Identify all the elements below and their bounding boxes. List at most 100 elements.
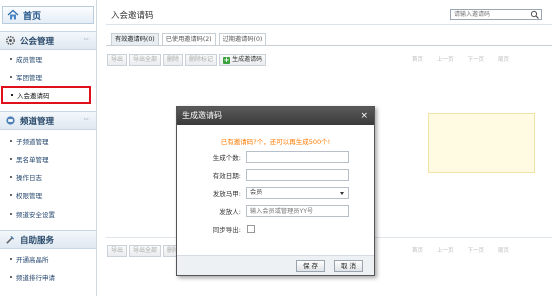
form-row-issuer: 发放人:: [177, 205, 374, 217]
sidebar-item-legions[interactable]: 军团管理: [0, 70, 96, 84]
toolbar-top: 导出 导出全部 删除 删除标记 + 生成邀请码: [107, 54, 268, 66]
sidebar-item-label: 黑名单管理: [16, 156, 49, 164]
delete-marked-button[interactable]: 删除标记: [185, 54, 218, 66]
generate-code-dialog: 生成邀请码 × 已有邀请码?个，还可以再生成500个! 生成个数: 有效日期: …: [176, 106, 375, 276]
plus-icon: +: [223, 55, 231, 64]
generate-code-button[interactable]: + 生成邀请码: [219, 54, 267, 66]
collapse-icon[interactable]: ···: [83, 115, 89, 124]
bullet-icon: [10, 58, 12, 60]
channel-icon: [6, 116, 15, 125]
count-label: 生成个数:: [212, 154, 241, 162]
tools-icon: [6, 235, 15, 244]
sidebar-section-title: 公会管理: [20, 36, 55, 47]
pager-first[interactable]: 首页: [412, 54, 423, 66]
sidebar-item-label: 开通高晶所: [16, 256, 49, 264]
sidebar-item-permissions[interactable]: 权限管理: [0, 188, 96, 202]
sidebar-section-title: 自助服务: [20, 235, 55, 246]
pager-bottom: 首页 上一页 下一页 尾页: [398, 245, 509, 257]
tab-used-codes[interactable]: 已使用邀请码(2): [161, 33, 216, 45]
close-icon[interactable]: ×: [360, 107, 368, 125]
divider: [106, 45, 552, 46]
form-row-expiry: 有效日期:: [177, 169, 374, 181]
collapse-icon[interactable]: ···: [83, 35, 89, 44]
sidebar-home-label: 首页: [23, 11, 42, 22]
bullet-icon: [11, 94, 13, 96]
chevron-down-icon: [340, 192, 344, 195]
bullet-icon: [10, 258, 12, 260]
sidebar-item-ranking[interactable]: 频道排行申请: [0, 270, 96, 284]
sidebar-home[interactable]: 首页: [2, 6, 94, 24]
sidebar-item-invite-codes[interactable]: 入会邀请码: [1, 86, 91, 104]
sidebar-item-blacklist[interactable]: 黑名单管理: [0, 152, 96, 166]
quota-notice: 已有邀请码?个，还可以再生成500个!: [220, 138, 331, 146]
page-title: 入会邀请码: [111, 11, 154, 21]
form-row-rank: 发放马甲: 会员: [177, 187, 374, 199]
export-all-button[interactable]: 导出全部: [129, 245, 162, 257]
bullet-icon: [10, 158, 12, 160]
sidebar-item-label: 权限管理: [16, 192, 42, 200]
sidebar-item-label: 子频道管理: [16, 138, 49, 146]
sidebar-item-label: 入会邀请码: [17, 92, 50, 100]
divider: [106, 24, 552, 25]
pager-prev[interactable]: 上一页: [437, 245, 454, 257]
pager-next[interactable]: 下一页: [468, 54, 485, 66]
sidebar-item-label: 成员管理: [16, 56, 42, 64]
bullet-icon: [10, 276, 12, 278]
bullet-icon: [10, 213, 12, 215]
cancel-button[interactable]: 取 消: [334, 260, 363, 272]
export-all-button[interactable]: 导出全部: [129, 54, 162, 66]
tab-expired-codes[interactable]: 过期邀请码(0): [218, 33, 267, 45]
export-button[interactable]: 导出: [107, 245, 128, 257]
rank-select-value: 会员: [250, 189, 263, 196]
sidebar-item-members[interactable]: 成员管理: [0, 52, 96, 66]
app-root: 首页 公会管理 ··· 成员管理 军团管理 入会邀请码 频道管理 ··· 子频道…: [0, 0, 554, 296]
sidebar-item-open-service[interactable]: 开通高晶所: [0, 252, 96, 266]
form-row-sync: 同步导出:: [177, 223, 374, 235]
sidebar-section-guild[interactable]: 公会管理 ···: [0, 31, 96, 50]
bullet-icon: [10, 140, 12, 142]
sidebar-item-label: 频道安全设置: [16, 211, 55, 219]
sync-label: 同步导出:: [212, 226, 241, 234]
pager-last[interactable]: 尾页: [498, 54, 509, 66]
count-input[interactable]: [246, 151, 349, 163]
highlight-panel: [428, 113, 535, 173]
sidebar-item-security[interactable]: 频道安全设置: [0, 207, 96, 221]
pager-next[interactable]: 下一页: [468, 245, 485, 257]
sidebar-section-self-service[interactable]: 自助服务: [0, 230, 96, 249]
generate-code-label: 生成邀请码: [232, 56, 263, 63]
bullet-icon: [10, 176, 12, 178]
dialog-header: 生成邀请码 ×: [177, 107, 374, 125]
save-button[interactable]: 保 存: [296, 260, 325, 272]
pager-first[interactable]: 首页: [412, 245, 423, 257]
sidebar-item-logs[interactable]: 操作日志: [0, 170, 96, 184]
sidebar: 首页 公会管理 ··· 成员管理 军团管理 入会邀请码 频道管理 ··· 子频道…: [0, 0, 97, 296]
issuer-input[interactable]: [246, 205, 349, 217]
pager-last[interactable]: 尾页: [498, 245, 509, 257]
delete-button[interactable]: 删除: [163, 54, 184, 66]
sidebar-item-subchannels[interactable]: 子频道管理: [0, 134, 96, 148]
sidebar-item-label: 军团管理: [16, 74, 42, 82]
home-icon: [7, 9, 19, 20]
sync-export-checkbox[interactable]: [247, 225, 255, 233]
sidebar-item-label: 操作日志: [16, 174, 42, 182]
dialog-footer: 保 存 取 消: [177, 255, 374, 275]
issuer-label: 发放人:: [219, 208, 241, 216]
sidebar-section-channel[interactable]: 频道管理 ···: [0, 111, 96, 130]
bullet-icon: [10, 194, 12, 196]
rank-label: 发放马甲:: [212, 190, 241, 198]
dialog-body: 已有邀请码?个，还可以再生成500个! 生成个数: 有效日期: 发放马甲: 会员…: [177, 125, 374, 257]
dialog-title: 生成邀请码: [182, 111, 222, 120]
export-button[interactable]: 导出: [107, 54, 128, 66]
sidebar-section-title: 频道管理: [20, 116, 55, 127]
toolbar-bottom: 导出 导出全部 删除: [107, 245, 185, 257]
sidebar-item-label: 频道排行申请: [16, 274, 55, 282]
bullet-icon: [10, 76, 12, 78]
rank-select[interactable]: 会员: [246, 187, 349, 199]
expiry-input[interactable]: [246, 169, 349, 181]
search-icon[interactable]: [529, 9, 541, 20]
gear-icon: [6, 36, 15, 45]
expiry-label: 有效日期:: [212, 172, 241, 180]
tab-valid-codes[interactable]: 有效邀请码(0): [111, 33, 159, 45]
tab-bar: 有效邀请码(0) 已使用邀请码(2) 过期邀请码(0): [111, 33, 269, 45]
pager-prev[interactable]: 上一页: [437, 54, 454, 66]
